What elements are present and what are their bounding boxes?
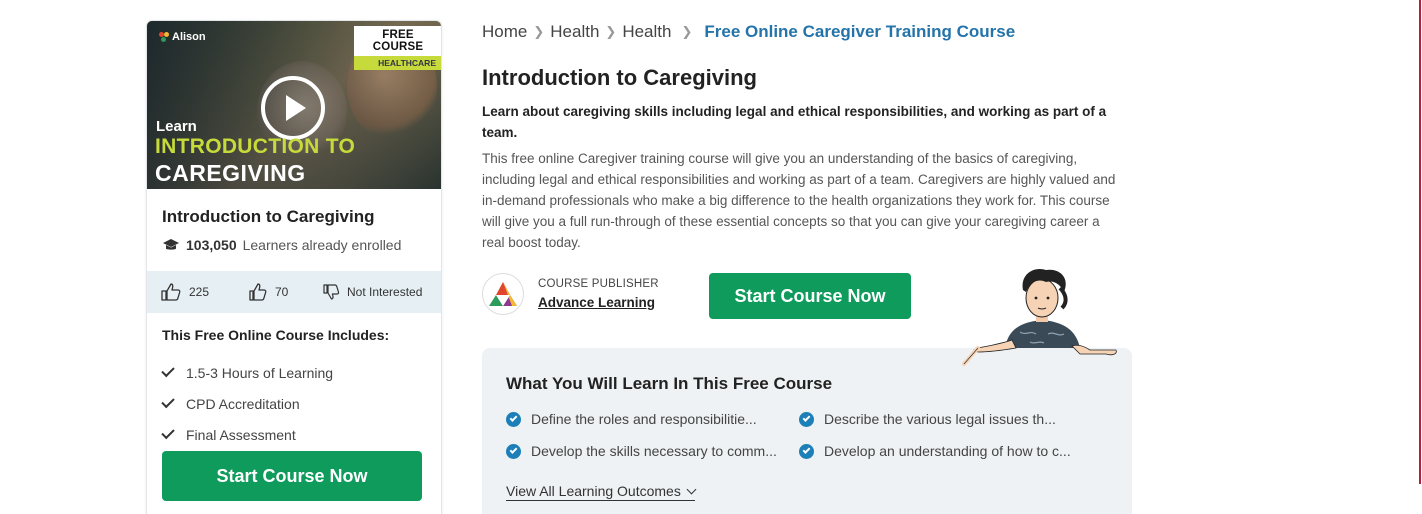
card-course-title: Introduction to Caregiving: [162, 207, 375, 226]
check-icon: [161, 394, 175, 409]
includes-item-label: 1.5-3 Hours of Learning: [186, 364, 334, 381]
like-button[interactable]: 225: [161, 283, 249, 301]
chevron-right-icon: ❯: [533, 24, 545, 39]
includes-item-label: Final Assessment: [186, 426, 296, 443]
main-start-course-button[interactable]: Start Course Now: [709, 273, 911, 319]
course-video-thumbnail[interactable]: Alison FREE COURSE HEALTHCARE Learn INTR…: [147, 21, 441, 189]
course-page: Alison FREE COURSE HEALTHCARE Learn INTR…: [0, 0, 1422, 514]
dislike-button[interactable]: 70: [249, 283, 323, 301]
learners-number: 103,050: [186, 237, 237, 253]
thumbnail-headline-2: CAREGIVING: [155, 160, 306, 186]
card-start-course-button[interactable]: Start Course Now: [162, 451, 422, 501]
page-edge-rule: [1419, 0, 1421, 484]
check-circle-icon: [799, 411, 814, 427]
outcome-label: Define the roles and responsibilitie...: [531, 411, 757, 427]
outcome-item: Develop the skills necessary to comm...: [506, 443, 777, 459]
alison-logo: Alison: [159, 31, 206, 43]
breadcrumb: Home ❯ Health ❯ Health ❯ Free Online Car…: [482, 22, 1015, 42]
publisher-logo-icon: [482, 273, 524, 315]
publisher-label: COURSE PUBLISHER: [538, 278, 659, 290]
thumbnail-learn-text: Learn: [156, 118, 197, 135]
chevron-down-icon: [686, 484, 697, 494]
chevron-right-icon: ❯: [681, 24, 693, 39]
breadcrumb-health-sub[interactable]: Health: [622, 22, 671, 42]
not-interested-button[interactable]: Not Interested: [323, 284, 422, 300]
publisher-name-link[interactable]: Advance Learning: [538, 295, 659, 310]
course-publisher: COURSE PUBLISHER Advance Learning: [482, 273, 659, 315]
includes-item: CPD Accreditation: [161, 388, 333, 419]
outcome-label: Develop the skills necessary to comm...: [531, 443, 777, 459]
graduation-cap-icon: [163, 239, 179, 250]
alison-logo-icon: [159, 32, 169, 42]
includes-item-label: CPD Accreditation: [186, 395, 300, 412]
not-interested-label: Not Interested: [347, 285, 423, 299]
learners-label: Learners already enrolled: [242, 237, 402, 253]
chevron-right-icon: ❯: [605, 24, 617, 39]
includes-title: This Free Online Course Includes:: [162, 327, 390, 343]
outcome-label: Develop an understanding of how to c...: [824, 443, 1071, 459]
outcome-label: Describe the various legal issues th...: [824, 411, 1056, 427]
play-icon[interactable]: [261, 76, 325, 140]
check-circle-icon: [506, 411, 521, 427]
rating-bar: 225 70 Not Interested: [147, 271, 441, 313]
view-all-label: View All Learning Outcomes: [506, 483, 681, 499]
thumbs-up-icon: [161, 283, 181, 301]
check-circle-icon: [799, 443, 814, 459]
category-label: HEALTHCARE: [354, 56, 441, 70]
enrolled-count: 103,050 Learners already enrolled: [162, 237, 401, 253]
thumbs-down-icon: [323, 284, 340, 300]
course-subtitle: Learn about caregiving skills including …: [482, 104, 1107, 140]
includes-list: 1.5-3 Hours of Learning CPD Accreditatio…: [161, 357, 334, 450]
page-title: Introduction to Caregiving: [482, 65, 757, 90]
includes-item: Final Assessment: [161, 419, 333, 450]
learning-outcomes-title: What You Will Learn In This Free Course: [506, 374, 833, 393]
check-icon: [161, 363, 175, 378]
includes-item: 1.5-3 Hours of Learning: [161, 357, 334, 388]
outcome-item: Define the roles and responsibilitie...: [506, 411, 757, 427]
dislike-count: 70: [275, 285, 289, 299]
free-course-tag: FREE COURSE HEALTHCARE: [354, 26, 441, 70]
check-circle-icon: [506, 443, 521, 459]
free-course-label: FREE COURSE: [354, 26, 441, 56]
brand-name: Alison: [172, 31, 206, 43]
outcome-item: Describe the various legal issues th...: [799, 411, 1056, 427]
breadcrumb-home[interactable]: Home: [482, 22, 527, 42]
course-card: Alison FREE COURSE HEALTHCARE Learn INTR…: [146, 20, 442, 514]
like-count: 225: [189, 285, 210, 299]
thumbs-up-outline-icon: [249, 283, 267, 301]
pointing-person-illustration: [962, 268, 1117, 366]
thumbnail-headline-1: INTRODUCTION TO: [155, 135, 356, 158]
view-all-outcomes-link[interactable]: View All Learning Outcomes: [506, 483, 697, 501]
outcome-item: Develop an understanding of how to c...: [799, 443, 1071, 459]
check-icon: [161, 425, 175, 440]
course-description: This free online Caregiver training cour…: [482, 151, 1116, 250]
breadcrumb-current[interactable]: Free Online Caregiver Training Course: [704, 22, 1015, 42]
learning-outcomes-box: What You Will Learn In This Free Course …: [482, 348, 1132, 514]
breadcrumb-health[interactable]: Health: [550, 22, 599, 42]
